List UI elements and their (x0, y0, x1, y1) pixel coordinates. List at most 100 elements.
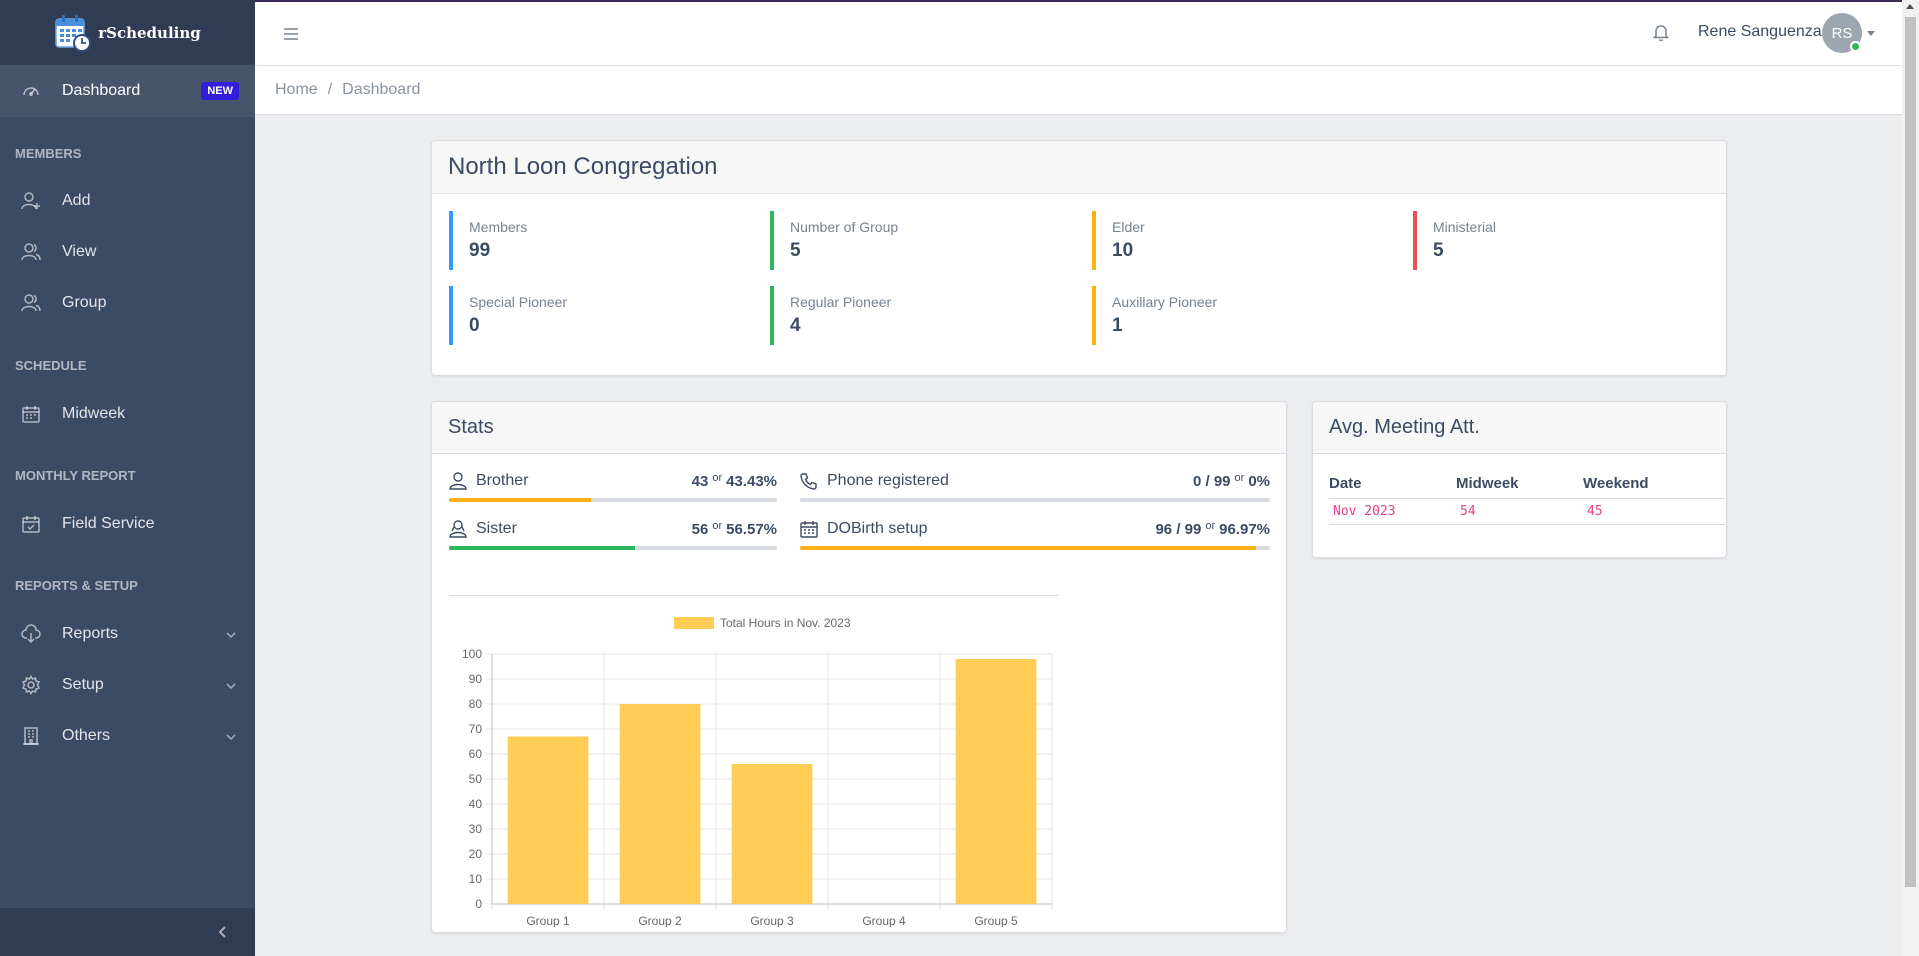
sidebar-item-field-service[interactable]: Field Service (0, 498, 255, 549)
stat-dob-setup: DOBirth setup 96 / 99 or 96.97% (800, 518, 1270, 552)
sidebar-item-view[interactable]: View (0, 226, 255, 277)
stat-value: 56 or 56.57% (691, 520, 777, 538)
breadcrumb-current: Dashboard (342, 81, 421, 98)
cell-date: Nov 2023 (1333, 504, 1396, 519)
sidebar-item-label: Setup (62, 675, 104, 693)
scroll-up-arrow-icon[interactable] (1906, 4, 1914, 9)
sidebar-item-setup[interactable]: Setup (0, 659, 255, 710)
calendar-check-icon (20, 513, 42, 535)
y-tick-label: 20 (469, 847, 483, 861)
breadcrumb: Home / Dashboard (255, 66, 1902, 115)
brand-name: rScheduling (98, 23, 201, 42)
sidebar-item-label: Dashboard (62, 82, 141, 99)
sidebar-item-midweek[interactable]: Midweek (0, 388, 255, 439)
stat-label: Sister (476, 520, 517, 537)
callout-elder: Elder 10 (1092, 211, 1392, 270)
user-icon (449, 472, 467, 490)
sidebar-item-dashboard[interactable]: Dashboard NEW (0, 65, 255, 117)
callout-label: Regular Pioneer (790, 294, 892, 310)
legend-swatch (674, 617, 714, 629)
callout-label: Members (469, 219, 528, 235)
sidebar-item-label: Midweek (62, 404, 126, 422)
callout-label: Number of Group (790, 219, 899, 235)
stats-title: Stats (432, 402, 1286, 454)
chevron-left-icon (218, 926, 226, 938)
user-name[interactable]: Rene Sanguenza (1698, 23, 1822, 41)
progress-bar (449, 546, 777, 550)
y-tick-label: 10 (469, 872, 483, 886)
bar (731, 764, 813, 904)
cloud-download-icon (20, 623, 42, 645)
callout-value: 5 (1433, 240, 1444, 261)
congregation-title: North Loon Congregation (432, 141, 1726, 194)
callout-label: Special Pioneer (469, 294, 568, 310)
sidebar-item-label: Others (62, 726, 111, 744)
phone-icon (800, 472, 818, 490)
user-add-icon (20, 190, 42, 212)
scrollbar-thumb[interactable] (1905, 17, 1916, 887)
hamburger-icon (284, 28, 298, 40)
stat-label: DOBirth setup (827, 520, 928, 537)
sidebar-toggle-button[interactable] (281, 24, 301, 44)
sidebar-item-label: Field Service (62, 514, 155, 532)
callout-value: 10 (1112, 240, 1134, 261)
breadcrumb-separator: / (327, 81, 333, 98)
sidebar-item-label: View (62, 242, 97, 260)
callout-special-pioneer: Special Pioneer 0 (449, 286, 749, 345)
sidebar-item-reports[interactable]: Reports (0, 608, 255, 659)
breadcrumb-home[interactable]: Home (275, 81, 318, 99)
building-icon (20, 725, 42, 747)
user-menu-caret-icon[interactable] (1867, 31, 1875, 36)
progress-bar (449, 498, 777, 502)
attendance-table: Date Midweek Weekend Nov 2023 54 45 (1329, 469, 1725, 525)
sidebar-item-label: Group (62, 293, 107, 311)
sidebar-item-others[interactable]: Others (0, 710, 255, 761)
table-header-row: Date Midweek Weekend (1329, 469, 1725, 499)
cell-midweek: 54 (1460, 504, 1476, 519)
stats-card: Stats Brother 43 or 43.43% Sister 56 or 56.5… (431, 401, 1287, 933)
brand[interactable]: rScheduling (0, 0, 255, 65)
bar (507, 736, 589, 904)
y-tick-label: 90 (469, 672, 483, 686)
avatar[interactable]: RS (1822, 13, 1862, 53)
callout-value: 5 (790, 240, 801, 261)
stat-phone-registered: Phone registered 0 / 99 or 0% (800, 470, 1270, 504)
y-tick-label: 80 (469, 697, 483, 711)
progress-fill (449, 546, 635, 550)
chevron-down-icon (225, 730, 237, 742)
callout-label: Elder (1112, 219, 1145, 235)
page-scrollbar[interactable] (1902, 0, 1919, 956)
calendar-clock-icon (55, 14, 92, 52)
chevron-down-icon (225, 628, 237, 640)
attendance-card: Avg. Meeting Att. Date Midweek Weekend N… (1312, 401, 1727, 558)
attendance-title: Avg. Meeting Att. (1313, 402, 1726, 454)
sidebar-minimizer[interactable] (0, 908, 255, 956)
y-tick-label: 40 (469, 797, 483, 811)
x-tick-label: Group 4 (862, 914, 906, 927)
bar (955, 659, 1037, 904)
stat-value: 43 or 43.43% (691, 472, 777, 490)
y-tick-label: 50 (469, 772, 483, 786)
header: Rene Sanguenza RS (255, 0, 1902, 66)
x-tick-label: Group 2 (638, 914, 682, 927)
calendar-icon (800, 520, 818, 538)
callout-value: 99 (469, 240, 491, 261)
chevron-down-icon (225, 679, 237, 691)
notifications-button[interactable] (1651, 22, 1671, 42)
nav-title-monthly-report: MONTHLY REPORT (15, 468, 136, 483)
group-icon (20, 292, 42, 314)
gear-icon (20, 674, 42, 696)
callout-regular-pioneer: Regular Pioneer 4 (770, 286, 1070, 345)
user-female-icon (449, 520, 467, 538)
hours-bar-chart: Total Hours in Nov. 2023 0 10 20 30 40 50 60 70 8… (462, 616, 1053, 927)
avatar-initials: RS (1831, 24, 1853, 42)
sidebar-item-group[interactable]: Group (0, 277, 255, 328)
calendar-icon (20, 403, 42, 425)
callout-auxillary-pioneer: Auxillary Pioneer 1 (1092, 286, 1392, 345)
callout-value: 0 (469, 315, 480, 336)
nav-title-schedule: SCHEDULE (15, 358, 87, 373)
sidebar-item-add[interactable]: Add (0, 175, 255, 226)
bar (619, 704, 701, 904)
sidebar: rScheduling Dashboard NEW MEMBERS Add Vi… (0, 0, 255, 956)
stat-brother: Brother 43 or 43.43% (449, 470, 777, 504)
